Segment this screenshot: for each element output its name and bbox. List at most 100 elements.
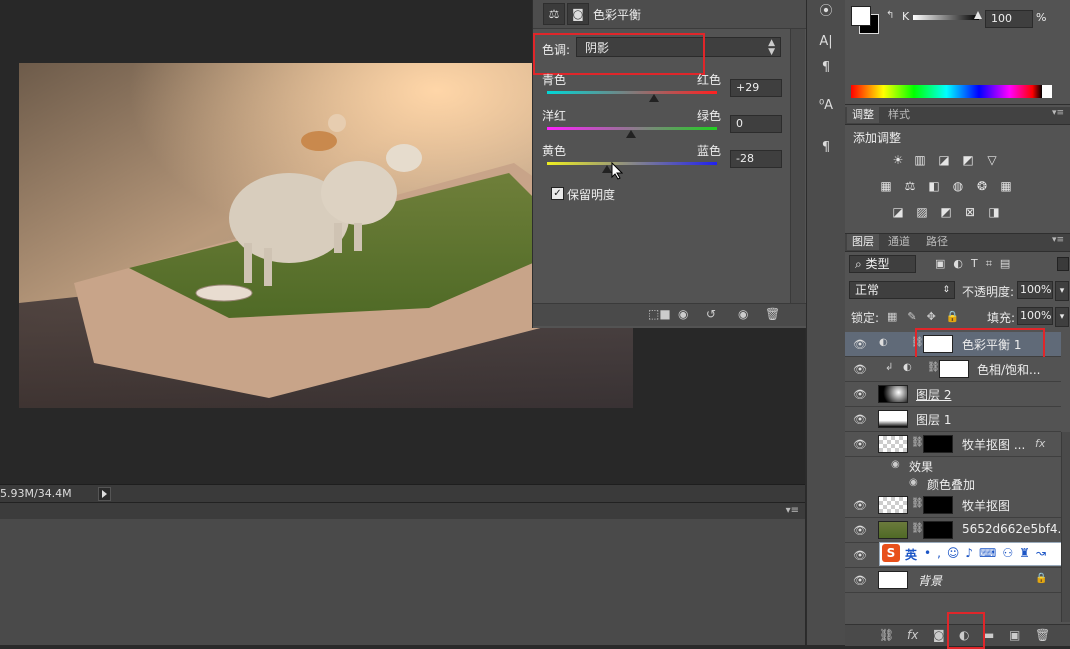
panel-menu-icon[interactable]: ▾≡ xyxy=(786,505,799,516)
paragraph-style-icon[interactable]: ¶ xyxy=(816,140,836,155)
add-style-fx-icon[interactable]: fx xyxy=(907,628,918,642)
channel-mixer-icon[interactable]: ❂ xyxy=(975,180,989,192)
layer-thumbnail[interactable] xyxy=(878,521,908,539)
opacity-field[interactable]: 100% xyxy=(1017,281,1053,299)
levels-icon[interactable]: ▥ xyxy=(913,154,927,166)
character-icon[interactable]: A| xyxy=(816,34,836,49)
clip-to-layer-icon[interactable]: ⬚■ xyxy=(648,307,671,321)
photo-filter-icon[interactable]: ◍ xyxy=(951,180,965,192)
layer-thumbnail[interactable] xyxy=(878,410,908,428)
layer-mask-thumbnail[interactable] xyxy=(939,360,969,378)
panel-menu-icon[interactable]: ▾≡ xyxy=(1052,108,1064,118)
ime-mode-label[interactable]: 英 xyxy=(905,546,917,563)
visibility-eye-icon[interactable]: ◉ xyxy=(891,459,900,470)
tab-adjustments[interactable]: 调整 xyxy=(847,107,879,123)
layer-filter-select[interactable]: ⌕ 类型 xyxy=(849,255,916,273)
layer-thumbnail[interactable] xyxy=(878,385,908,403)
layer-row-effects[interactable]: ◉ 效果 xyxy=(845,457,1061,476)
color-spectrum-bar[interactable] xyxy=(851,85,1042,98)
vibrance-icon[interactable]: ▽ xyxy=(985,154,999,166)
opacity-dropdown-arrow[interactable]: ▾ xyxy=(1055,281,1069,301)
k-slider-thumb[interactable] xyxy=(974,11,982,19)
history-icon[interactable]: ⦿ xyxy=(816,0,836,19)
visibility-eye-icon[interactable]: 👁 xyxy=(853,524,867,537)
delete-layer-trash-icon[interactable]: 🗑 xyxy=(1035,628,1050,642)
character-style-icon[interactable]: ⁰A xyxy=(816,98,836,113)
reset-icon[interactable]: ↺ xyxy=(706,307,716,321)
layer-row-sheep-cutout[interactable]: 👁 ⛓ 牧羊抠图 xyxy=(845,493,1061,518)
status-menu-arrow-icon[interactable] xyxy=(98,487,111,501)
layer-row-color-overlay[interactable]: ◉ 颜色叠加 xyxy=(845,475,1061,494)
view-previous-icon[interactable]: ◉ xyxy=(678,307,688,321)
visibility-eye-icon[interactable]: 👁 xyxy=(853,338,867,351)
swap-colors-icon[interactable]: ↰ xyxy=(886,10,894,21)
balance-scale-icon[interactable]: ⚖ xyxy=(543,3,565,25)
layer-row-5652d662[interactable]: 👁 ⛓ 5652d662e5bf4... xyxy=(845,518,1069,543)
spectrum-white-swatch[interactable] xyxy=(1042,85,1052,98)
visibility-eye-icon[interactable]: ◉ xyxy=(738,307,748,321)
paragraph-icon[interactable]: ¶ xyxy=(816,60,836,75)
link-layers-icon[interactable]: ⛓ xyxy=(879,628,894,642)
layer-row-sheep-cutout-fx[interactable]: 👁 ⛓ 牧羊抠图 ... fx xyxy=(845,432,1061,457)
visibility-eye-icon[interactable]: 👁 xyxy=(853,388,867,401)
color-balance-icon[interactable]: ⚖ xyxy=(903,180,917,192)
cyan-red-value-field[interactable]: +29 xyxy=(730,79,782,97)
ime-toolbar[interactable]: S 英 •,☺♪⌨⚇♜↝ xyxy=(879,542,1070,566)
layer-filter-icons[interactable]: ▣◐T⌗▤ xyxy=(935,257,1018,271)
tab-channels[interactable]: 通道 xyxy=(883,234,915,250)
layer-thumbnail[interactable] xyxy=(878,571,908,589)
threshold-icon[interactable]: ◩ xyxy=(939,206,953,218)
sogou-logo-icon[interactable]: S xyxy=(882,544,900,562)
delete-trash-icon[interactable]: 🗑 xyxy=(765,307,780,321)
layer-mask-thumbnail[interactable] xyxy=(923,435,953,453)
filter-toggle[interactable] xyxy=(1057,257,1069,271)
curves-icon[interactable]: ◪ xyxy=(937,154,951,166)
fill-field[interactable]: 100% xyxy=(1017,307,1053,325)
layer-row-layer-2[interactable]: 👁 图层 2 xyxy=(845,382,1061,407)
brightness-icon[interactable]: ☀ xyxy=(891,154,905,166)
cyan-red-slider-thumb[interactable] xyxy=(649,94,659,102)
mask-icon[interactable]: ◙ xyxy=(567,3,589,25)
panel-menu-icon[interactable]: ▾≡ xyxy=(1052,235,1064,245)
k-slider-track[interactable] xyxy=(913,15,979,20)
cyan-red-slider-track[interactable] xyxy=(547,91,717,94)
hue-saturation-icon[interactable]: ▦ xyxy=(879,180,893,192)
layers-scrollbar[interactable] xyxy=(1061,432,1070,622)
visibility-eye-icon[interactable]: 👁 xyxy=(853,499,867,512)
magenta-green-slider-thumb[interactable] xyxy=(626,130,636,138)
visibility-eye-icon[interactable]: 👁 xyxy=(853,549,867,562)
layer-thumbnail[interactable] xyxy=(878,435,908,453)
visibility-eye-icon[interactable]: 👁 xyxy=(853,438,867,451)
yellow-blue-value-field[interactable]: -28 xyxy=(730,150,782,168)
tab-styles[interactable]: 样式 xyxy=(883,107,915,123)
fill-dropdown-arrow[interactable]: ▾ xyxy=(1055,307,1069,327)
layer-row-background[interactable]: 👁 背景 🔒 xyxy=(845,568,1061,593)
k-value-field[interactable]: 100 xyxy=(985,10,1033,28)
layer-row-hue-saturation[interactable]: 👁 ↲ ◐ ⛓ 色相/饱和... xyxy=(845,357,1061,382)
preserve-luminosity-checkbox[interactable]: ✓ xyxy=(551,187,564,200)
color-lookup-icon[interactable]: ▦ xyxy=(999,180,1013,192)
invert-icon[interactable]: ◪ xyxy=(891,206,905,218)
visibility-eye-icon[interactable]: 👁 xyxy=(853,574,867,587)
foreground-color-swatch-front[interactable] xyxy=(851,6,871,26)
layer-row-layer-1[interactable]: 👁 图层 1 xyxy=(845,407,1061,432)
black-white-icon[interactable]: ◧ xyxy=(927,180,941,192)
lock-icons[interactable]: ▦✎✥🔒 xyxy=(887,310,970,323)
layer-thumbnail[interactable] xyxy=(878,496,908,514)
properties-scrollbar[interactable] xyxy=(790,29,805,303)
visibility-eye-icon[interactable]: 👁 xyxy=(853,363,867,376)
gradient-map-icon[interactable]: ◨ xyxy=(987,206,1001,218)
tab-layers[interactable]: 图层 xyxy=(847,234,879,250)
magenta-green-value-field[interactable]: 0 xyxy=(730,115,782,133)
layer-mask-thumbnail[interactable] xyxy=(923,521,953,539)
selective-color-icon[interactable]: ⊠ xyxy=(963,206,977,218)
exposure-icon[interactable]: ◩ xyxy=(961,154,975,166)
layer-mask-thumbnail[interactable] xyxy=(923,496,953,514)
posterize-icon[interactable]: ▨ xyxy=(915,206,929,218)
new-layer-icon[interactable]: ▣ xyxy=(1009,628,1020,642)
blend-mode-select[interactable]: 正常 ⇕ xyxy=(849,281,955,299)
tab-paths[interactable]: 路径 xyxy=(921,234,953,250)
visibility-eye-icon[interactable]: 👁 xyxy=(853,413,867,426)
ime-tool-icons[interactable]: •,☺♪⌨⚇♜↝ xyxy=(924,546,1052,560)
yellow-blue-slider-track[interactable] xyxy=(547,162,717,165)
